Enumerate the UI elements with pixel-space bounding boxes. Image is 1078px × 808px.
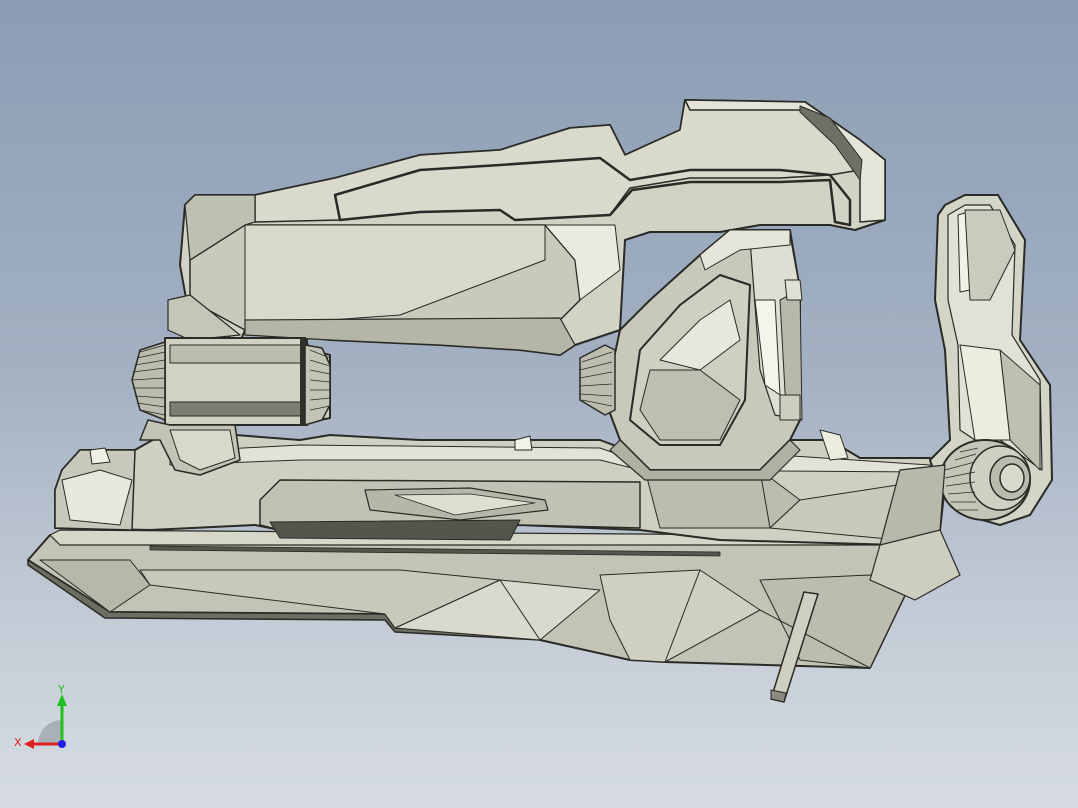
triad-z-axis <box>58 740 66 748</box>
chip-detail-1 <box>514 435 533 451</box>
recess-inner-groove <box>269 519 521 541</box>
graphics-viewport[interactable]: Y X <box>0 0 1078 808</box>
triad-quadrant <box>38 720 62 744</box>
front-knurled-cone <box>579 344 616 416</box>
latch-tab-1 <box>784 279 803 301</box>
triad-x-arrow <box>24 739 34 749</box>
cad-model-view[interactable] <box>0 0 1078 808</box>
blaster-model[interactable] <box>27 99 1053 703</box>
rear-cylinder <box>131 337 331 426</box>
view-triad[interactable]: Y X <box>12 684 76 754</box>
left-end-facet <box>61 469 133 526</box>
latch-tab-2 <box>779 394 801 421</box>
triad-y-label: Y <box>57 684 65 696</box>
triad-x-label: X <box>14 736 22 749</box>
hook-knurl-wheel[interactable] <box>939 439 1031 521</box>
